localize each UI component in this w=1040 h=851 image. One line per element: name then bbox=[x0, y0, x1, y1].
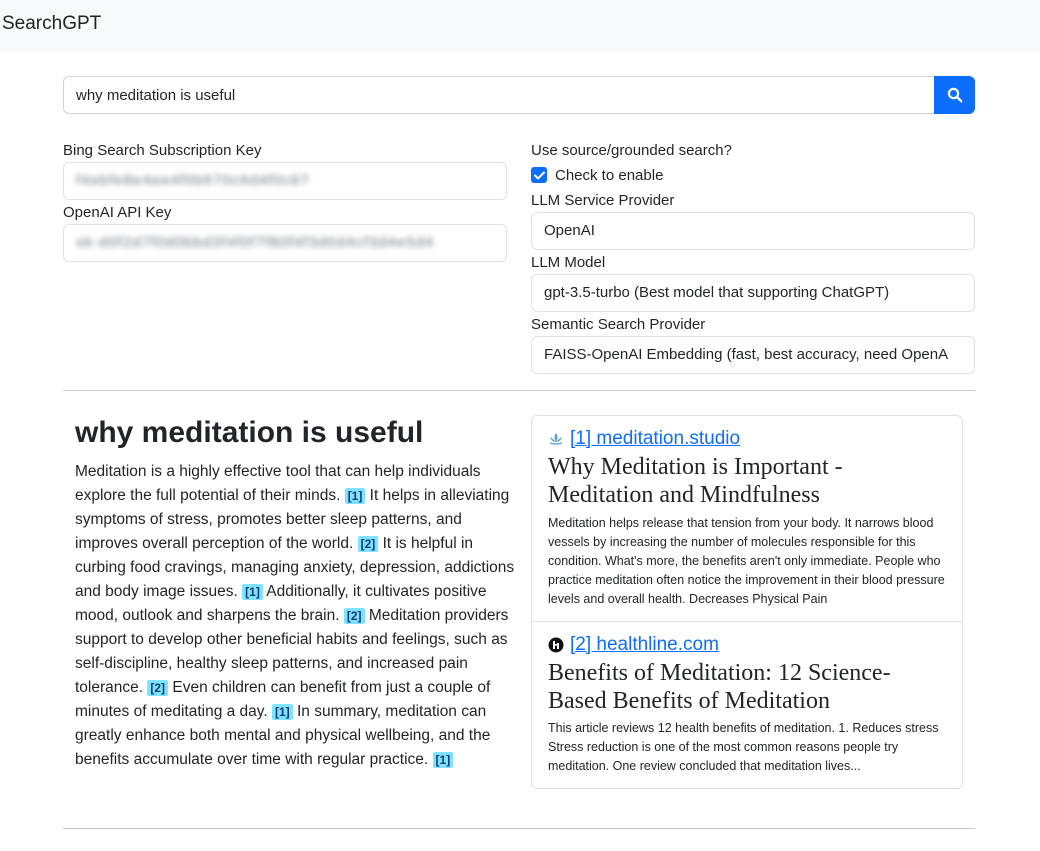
search-input[interactable] bbox=[63, 76, 935, 114]
semantic-provider-select[interactable]: FAISS-OpenAI Embedding (fast, best accur… bbox=[531, 336, 975, 374]
source-header: [1] meditation.studio bbox=[548, 428, 740, 450]
llm-provider-select[interactable]: OpenAI bbox=[531, 212, 975, 250]
bing-key-field[interactable]: f4ebfe8e4ee4f0b670c6d4f0c67 bbox=[63, 162, 507, 200]
bing-key-value: f4ebfe8e4ee4f0b670c6d4f0c67 bbox=[76, 172, 310, 189]
divider bbox=[63, 828, 975, 829]
semantic-provider-label: Semantic Search Provider bbox=[531, 316, 706, 333]
source-link[interactable]: [1] meditation.studio bbox=[570, 428, 740, 450]
check-to-enable-label: Check to enable bbox=[555, 166, 664, 184]
source-snippet: This article reviews 12 health benefits … bbox=[548, 721, 939, 773]
citation-link[interactable]: [1] bbox=[432, 752, 454, 768]
grounded-search-label: Use source/grounded search? bbox=[531, 142, 732, 159]
source-header: [2] healthline.com bbox=[548, 634, 719, 656]
divider bbox=[63, 390, 975, 391]
llm-model-label: LLM Model bbox=[531, 254, 606, 271]
grounded-search-checkbox-row: Check to enable bbox=[531, 165, 663, 185]
citation-link[interactable]: [1] bbox=[242, 584, 263, 600]
llm-model-select[interactable]: gpt-3.5-turbo (Best model that supportin… bbox=[531, 274, 975, 312]
grounded-search-checkbox[interactable] bbox=[531, 167, 547, 183]
openai-key-value: sk-d0f2d7f0d0bbd3f4f0f7f80f4f3d0d4cf3d4e… bbox=[76, 234, 435, 251]
openai-key-field[interactable]: sk-d0f2d7f0d0bbd3f4f0f7f80f4f3d0d4cf3d4e… bbox=[63, 224, 507, 262]
source-title: Benefits of Meditation: 12 Science-Based… bbox=[548, 660, 891, 714]
source-link[interactable]: [2] healthline.com bbox=[570, 634, 719, 656]
source-title: Why Meditation is Important - Meditation… bbox=[548, 454, 843, 508]
llm-provider-label: LLM Service Provider bbox=[531, 192, 675, 209]
citation-link[interactable]: [2] bbox=[357, 536, 379, 552]
navbar: SearchGPT bbox=[0, 0, 1040, 52]
answer-text: Meditation is a highly effective tool th… bbox=[75, 460, 515, 772]
search-button[interactable] bbox=[934, 76, 975, 114]
source-card: [1] meditation.studio Why Meditation is … bbox=[532, 416, 962, 622]
checkmark-icon bbox=[533, 171, 545, 179]
citation-link[interactable]: [1] bbox=[272, 704, 293, 720]
bing-key-label: Bing Search Subscription Key bbox=[63, 142, 262, 159]
source-card: [2] healthline.com Benefits of Meditatio… bbox=[532, 622, 962, 788]
source-list: [1] meditation.studio Why Meditation is … bbox=[531, 415, 963, 789]
brand-link[interactable]: SearchGPT bbox=[2, 13, 101, 35]
search-icon bbox=[947, 87, 962, 103]
answer-title: why meditation is useful bbox=[75, 416, 424, 449]
search-bar bbox=[63, 76, 975, 114]
citation-link[interactable]: [1] bbox=[344, 488, 366, 504]
openai-key-label: OpenAI API Key bbox=[63, 204, 172, 221]
source-snippet: Meditation helps release that tension fr… bbox=[548, 516, 945, 606]
citation-link[interactable]: [2] bbox=[147, 680, 169, 696]
healthline-logo-icon bbox=[548, 637, 564, 653]
citation-link[interactable]: [2] bbox=[343, 608, 365, 624]
lotus-icon bbox=[549, 433, 563, 445]
